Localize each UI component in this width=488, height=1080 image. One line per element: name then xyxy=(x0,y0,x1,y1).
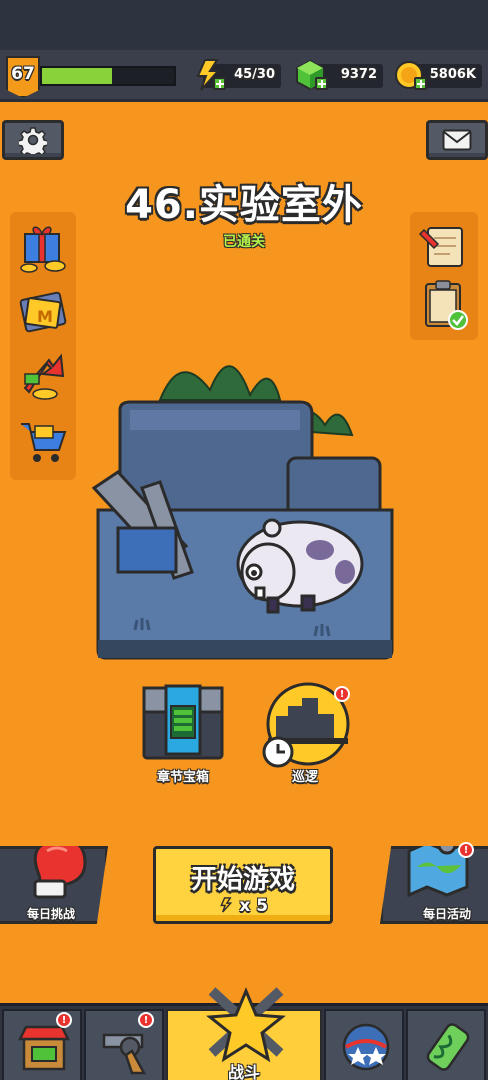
start-cost: x 5 xyxy=(156,895,330,916)
xp-bar xyxy=(40,66,176,86)
gear-icon xyxy=(19,127,47,154)
coin-value: 5806K xyxy=(429,67,476,82)
quest-scroll-icon[interactable] xyxy=(416,218,472,274)
player-level-badge[interactable]: 67 xyxy=(6,56,40,98)
svg-text:M: M xyxy=(37,307,53,326)
resource-bar: 67 45/30 9372 5806K xyxy=(0,50,488,102)
shop-cart-icon[interactable] xyxy=(15,412,71,468)
tab-talent[interactable] xyxy=(324,1009,404,1080)
system-status-bar xyxy=(0,0,488,50)
gem-value: 9372 xyxy=(340,67,377,82)
lightning-icon xyxy=(220,897,233,913)
growth-fund-icon[interactable] xyxy=(15,348,71,404)
dna-capsule-icon xyxy=(426,1023,470,1071)
chapter-stage-illustration[interactable] xyxy=(90,340,400,670)
mail-button[interactable] xyxy=(426,120,488,160)
boxing-glove-icon xyxy=(33,846,87,899)
patrol-label: 巡逻 xyxy=(291,770,318,785)
chapter-chest-label: 章节宝箱 xyxy=(156,770,209,785)
gem-counter[interactable]: 9372 xyxy=(296,59,383,91)
add-gem-icon[interactable] xyxy=(315,77,328,90)
player-level: 67 xyxy=(11,64,35,84)
settings-button[interactable] xyxy=(2,120,64,160)
energy-counter[interactable]: 45/30 xyxy=(196,59,281,91)
xp-bar-fill xyxy=(42,68,112,84)
patrol-alert-badge: ! xyxy=(334,686,350,702)
battle-label: 战斗 xyxy=(227,1063,260,1080)
revolver-icon xyxy=(102,1033,147,1075)
energy-value: 45/30 xyxy=(234,67,275,82)
task-clipboard-icon[interactable] xyxy=(416,276,472,332)
equipment-alert-badge: ! xyxy=(138,1012,154,1028)
shop-alert-badge: ! xyxy=(56,1012,72,1028)
add-energy-icon[interactable] xyxy=(213,77,226,90)
chapter-chest-icon[interactable] xyxy=(140,682,226,762)
add-coin-icon[interactable] xyxy=(414,77,427,90)
start-cost-value: x 5 xyxy=(239,896,269,916)
daily-event-alert-badge: ! xyxy=(458,842,474,858)
daily-event-label: 每日活动 xyxy=(422,907,471,921)
monthly-card-icon[interactable]: M xyxy=(15,284,71,340)
tab-battle[interactable]: 战斗 xyxy=(166,987,322,1080)
battle-star-icon xyxy=(206,987,286,1063)
tab-evolution[interactable] xyxy=(406,1009,486,1080)
left-shortcut-panel: M xyxy=(10,212,76,480)
mail-icon xyxy=(442,129,472,151)
right-shortcut-panel xyxy=(410,212,478,340)
star-orb-icon xyxy=(342,1023,390,1071)
daily-challenge-button[interactable]: 每日挑战 xyxy=(0,846,108,924)
coin-counter[interactable]: 5806K xyxy=(395,61,482,90)
start-game-label: 开始游戏 xyxy=(190,865,295,895)
bottom-navigation: ! ! 战斗 xyxy=(0,987,488,1080)
daily-event-button[interactable]: 每日活动 xyxy=(380,846,488,924)
shop-stall-icon xyxy=(18,1025,70,1071)
start-game-button[interactable]: 开始游戏 x 5 xyxy=(153,846,333,924)
gift-pack-icon[interactable] xyxy=(15,220,71,276)
daily-challenge-label: 每日挑战 xyxy=(26,907,75,921)
